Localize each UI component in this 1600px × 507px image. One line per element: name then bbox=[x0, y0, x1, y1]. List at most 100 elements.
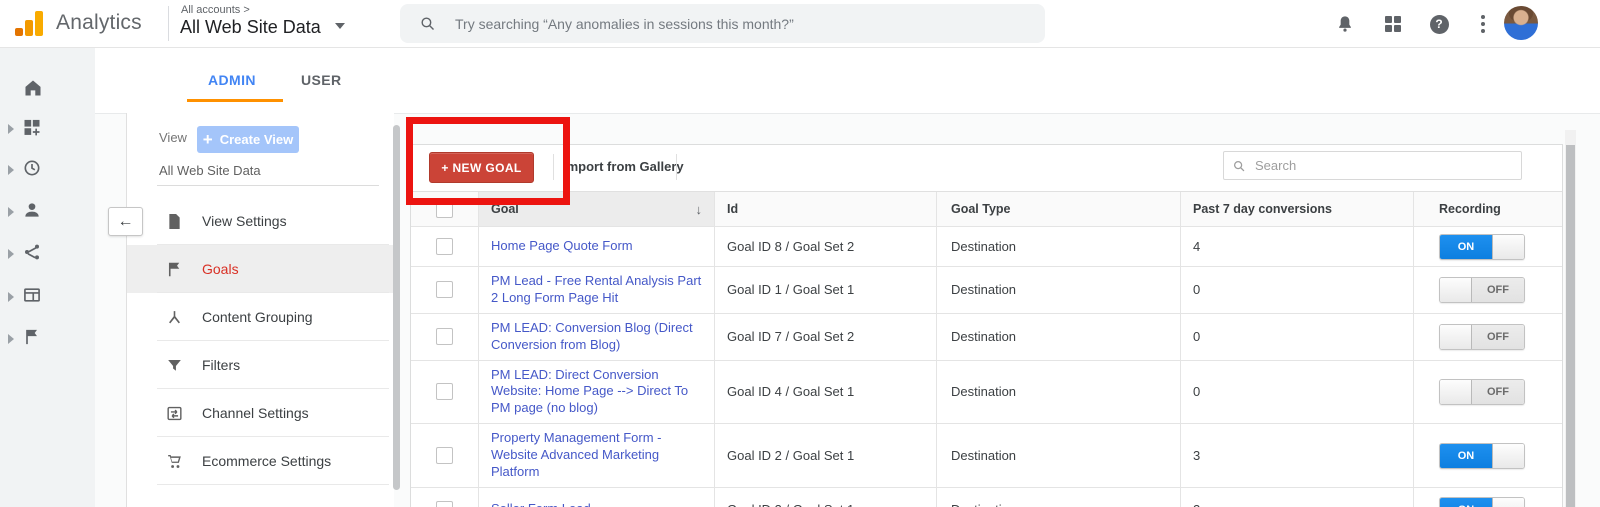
conversions-count: 3 bbox=[1193, 448, 1201, 464]
view-menu-item-label: Ecommerce Settings bbox=[202, 453, 332, 469]
product-name: Analytics bbox=[56, 11, 142, 34]
row-checkbox[interactable] bbox=[436, 383, 453, 401]
help-icon[interactable]: ? bbox=[1428, 13, 1450, 35]
goal-id: Goal ID 8 / Goal Set 2 bbox=[727, 239, 855, 254]
view-panel-divider bbox=[157, 185, 379, 186]
account-name: All Web Site Data bbox=[180, 17, 321, 37]
row-checkbox[interactable] bbox=[436, 328, 453, 346]
global-search-bar[interactable] bbox=[400, 4, 1045, 43]
view-panel: View + Create View All Web Site Data Vie… bbox=[126, 113, 394, 507]
collapse-back-button[interactable]: ← bbox=[108, 207, 143, 236]
more-options-dots-icon[interactable] bbox=[1472, 13, 1494, 35]
recording-toggle[interactable]: ON bbox=[1439, 496, 1525, 507]
table-row: Seller Form Lead Goal ID 3 / Goal Set 1 De… bbox=[411, 487, 1562, 507]
view-menu-item-label: Filters bbox=[202, 357, 241, 373]
table-scrollbar-track bbox=[1565, 130, 1576, 507]
notifications-bell-icon[interactable] bbox=[1334, 13, 1356, 35]
view-menu-item-label: Content Grouping bbox=[202, 309, 313, 325]
apps-grid-icon[interactable] bbox=[1382, 13, 1404, 35]
goal-type: Destination bbox=[951, 329, 1017, 345]
goal-type: Destination bbox=[951, 282, 1017, 298]
column-header-goal[interactable]: Goal ↓ bbox=[478, 192, 714, 226]
flag-icon bbox=[163, 260, 185, 279]
table-scrollbar[interactable] bbox=[1566, 145, 1575, 507]
column-header-id: Id bbox=[714, 192, 936, 226]
tab-user[interactable]: USER bbox=[301, 72, 342, 88]
channel-settings-icon bbox=[163, 404, 185, 423]
toggle-knob bbox=[1440, 277, 1472, 302]
customization-grid-plus-icon bbox=[22, 117, 42, 142]
sidebar-item-behavior-window[interactable] bbox=[0, 283, 95, 311]
toolbar-divider bbox=[676, 154, 677, 180]
expand-caret-icon bbox=[8, 165, 14, 175]
expand-caret-icon bbox=[8, 292, 14, 302]
global-search-input[interactable] bbox=[453, 14, 1017, 33]
table-body: Home Page Quote Form Goal ID 8 / Goal Set… bbox=[411, 227, 1562, 507]
user-avatar[interactable] bbox=[1504, 6, 1538, 40]
view-panel-scrollbar[interactable] bbox=[393, 125, 400, 490]
goal-link[interactable]: Property Management Form - Website Advan… bbox=[491, 430, 702, 481]
search-icon bbox=[1233, 160, 1245, 171]
table-search-box[interactable] bbox=[1223, 151, 1522, 180]
view-menu-item-ecommerce-settings[interactable]: Ecommerce Settings bbox=[127, 437, 393, 485]
goals-table: Goal ↓ Id Goal Type Past 7 day conversio… bbox=[411, 191, 1562, 507]
clock-icon bbox=[22, 158, 42, 183]
toggle-off-label: OFF bbox=[1472, 379, 1524, 404]
toggle-knob bbox=[1492, 443, 1524, 468]
chevron-down-icon bbox=[334, 23, 345, 29]
create-view-button[interactable]: + Create View bbox=[197, 126, 299, 153]
column-header-goal-type: Goal Type bbox=[936, 192, 1180, 226]
view-menu-item-filters[interactable]: Filters bbox=[127, 341, 393, 389]
sidebar-item-audience-person[interactable] bbox=[0, 198, 95, 226]
toggle-knob bbox=[1492, 497, 1524, 507]
recording-toggle[interactable]: ON bbox=[1439, 233, 1525, 260]
analytics-admin-page: Analytics All accounts > All Web Site Da… bbox=[0, 0, 1600, 507]
table-row: PM LEAD: Direct Conversion Website: Home… bbox=[411, 360, 1562, 425]
view-menu-item-view-settings[interactable]: View Settings bbox=[127, 197, 393, 245]
toolbar-divider bbox=[553, 154, 554, 180]
plus-icon: + bbox=[202, 130, 213, 149]
expand-caret-icon bbox=[8, 249, 14, 259]
tab-admin[interactable]: ADMIN bbox=[208, 72, 256, 88]
new-goal-button[interactable]: + NEW GOAL bbox=[429, 152, 534, 183]
toggle-knob bbox=[1440, 379, 1472, 404]
table-row: Property Management Form - Website Advan… bbox=[411, 424, 1562, 488]
recording-toggle[interactable]: OFF bbox=[1439, 276, 1525, 303]
conversions-count: 2 bbox=[1193, 502, 1200, 507]
breadcrumb[interactable]: All accounts > bbox=[181, 4, 250, 16]
sort-descending-icon[interactable]: ↓ bbox=[696, 202, 703, 217]
expand-caret-icon bbox=[8, 124, 14, 134]
row-checkbox[interactable] bbox=[436, 447, 453, 465]
sidebar-item-home[interactable] bbox=[0, 75, 95, 103]
table-header-row: Goal ↓ Id Goal Type Past 7 day conversio… bbox=[411, 191, 1562, 227]
sidebar-item-acquisition-share[interactable] bbox=[0, 240, 95, 268]
row-checkbox[interactable] bbox=[436, 238, 453, 255]
goal-link[interactable]: Seller Form Lead bbox=[491, 501, 591, 507]
sidebar-item-conversions-flag[interactable] bbox=[0, 325, 95, 353]
goal-link[interactable]: PM LEAD: Conversion Blog (Direct Convers… bbox=[491, 320, 702, 354]
account-switcher[interactable]: All Web Site Data bbox=[180, 17, 345, 38]
recording-toggle[interactable]: OFF bbox=[1439, 378, 1525, 405]
goal-link[interactable]: PM LEAD: Direct Conversion Website: Home… bbox=[491, 367, 702, 418]
view-menu-item-goals[interactable]: Goals bbox=[127, 245, 393, 293]
table-search-input[interactable] bbox=[1253, 157, 1507, 174]
goal-link[interactable]: PM Lead - Free Rental Analysis Part 2 Lo… bbox=[491, 273, 702, 307]
import-from-gallery-button[interactable]: Import from Gallery bbox=[563, 159, 684, 174]
sidebar-item-customization-grid-plus[interactable] bbox=[0, 115, 95, 143]
sidebar-item-clock[interactable] bbox=[0, 156, 95, 184]
view-menu-item-content-grouping[interactable]: Content Grouping bbox=[127, 293, 393, 341]
acquisition-share-icon bbox=[22, 242, 42, 267]
recording-toggle[interactable]: OFF bbox=[1439, 323, 1525, 350]
row-checkbox[interactable] bbox=[436, 501, 453, 507]
view-menu-item-channel-settings[interactable]: Channel Settings bbox=[127, 389, 393, 437]
goal-link[interactable]: Home Page Quote Form bbox=[491, 238, 633, 255]
view-menu-item-label: Channel Settings bbox=[202, 405, 309, 421]
goal-type: Destination bbox=[951, 384, 1017, 400]
conversions-count: 0 bbox=[1193, 384, 1201, 400]
select-all-checkbox[interactable] bbox=[436, 200, 453, 218]
recording-toggle[interactable]: ON bbox=[1439, 442, 1525, 469]
row-checkbox[interactable] bbox=[436, 281, 453, 299]
view-name: All Web Site Data bbox=[159, 163, 261, 178]
toggle-off-label: OFF bbox=[1472, 277, 1524, 302]
conversions-count: 0 bbox=[1193, 329, 1201, 345]
